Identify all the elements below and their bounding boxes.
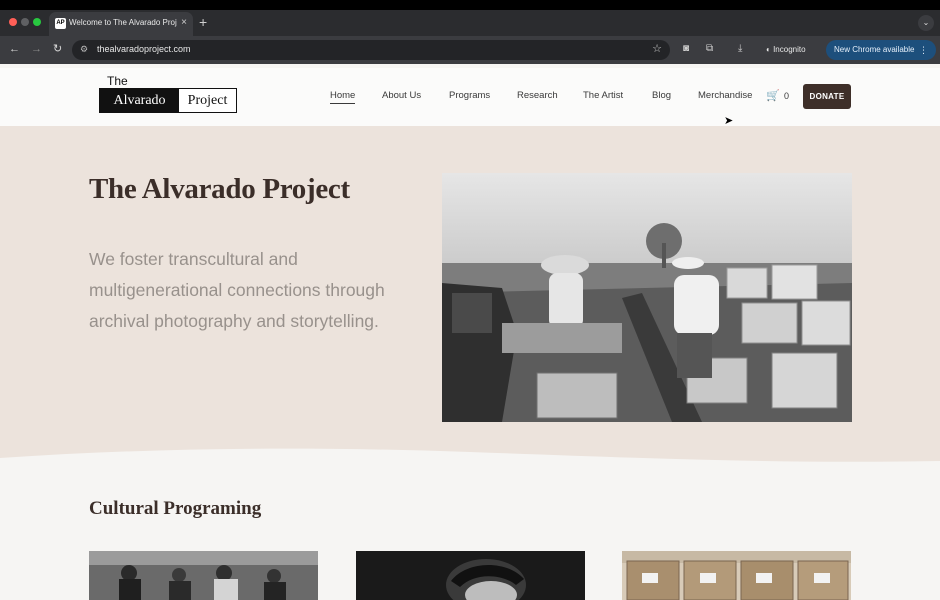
reload-icon[interactable]: ↻ — [53, 42, 62, 56]
incognito-label: Incognito — [773, 45, 806, 54]
extensions-icon[interactable]: ⧉ — [706, 43, 713, 55]
forward-icon[interactable]: → — [31, 42, 42, 56]
menu-icon[interactable]: ⋮ — [919, 40, 928, 60]
favicon: AP — [55, 18, 66, 29]
program-card-image[interactable] — [356, 551, 585, 600]
site-info-icon[interactable]: ⚙ — [80, 44, 88, 55]
close-window-button[interactable] — [9, 18, 17, 26]
hero-title: The Alvarado Project — [89, 173, 350, 205]
nav-blog[interactable]: Blog — [652, 90, 671, 101]
close-tab-icon[interactable]: × — [181, 17, 187, 29]
new-tab-button[interactable]: + — [199, 14, 207, 30]
download-icon[interactable]: ⤓ — [738, 43, 742, 55]
browser-tab[interactable]: AP Welcome to The Alvarado Proj × — [49, 12, 193, 36]
minimize-window-button[interactable] — [21, 18, 29, 26]
nav-research[interactable]: Research — [517, 90, 558, 101]
logo-the: The — [107, 74, 128, 88]
crowd-photo — [89, 551, 318, 600]
portrait-photo — [356, 551, 585, 600]
nav-merchandise[interactable]: Merchandise — [698, 90, 752, 101]
camera-icon[interactable]: ◙ — [683, 43, 689, 55]
update-label: New Chrome available — [834, 45, 915, 54]
hero-wave-divider — [0, 436, 940, 476]
hero-lede: We foster transcultural and multigenerat… — [89, 249, 385, 331]
tab-search-icon[interactable]: ⌄ — [918, 15, 934, 31]
logo-word-left: Alvarado — [100, 89, 179, 112]
cart-icon[interactable]: 🛒 — [766, 89, 780, 102]
program-card-image[interactable] — [89, 551, 318, 600]
logo-word-right: Project — [187, 93, 228, 108]
incognito-icon: ◐ — [766, 45, 771, 54]
hero-photo — [442, 173, 852, 422]
nav-the-artist[interactable]: The Artist — [583, 90, 623, 101]
nav-about-us[interactable]: About Us — [382, 90, 421, 101]
program-card-image[interactable] — [622, 551, 851, 600]
url-text[interactable]: thealvaradoproject.com — [97, 44, 191, 54]
bookmark-star-icon[interactable]: ☆ — [652, 42, 662, 55]
cart-count[interactable]: 0 — [784, 91, 789, 101]
donate-button[interactable]: DONATE — [803, 84, 851, 109]
incognito-indicator[interactable]: ◐ Incognito — [760, 42, 822, 58]
site-logo[interactable]: The Alvarado Project — [99, 73, 239, 117]
address-bar[interactable]: ⚙ thealvaradoproject.com ☆ — [72, 40, 670, 60]
update-chrome-button[interactable]: New Chrome available ⋮ — [826, 40, 936, 60]
back-icon[interactable]: ← — [9, 42, 20, 56]
archive-boxes-photo — [622, 551, 851, 600]
nav-programs[interactable]: Programs — [449, 90, 490, 101]
logo-box: Alvarado Project — [99, 88, 237, 113]
zoom-window-button[interactable] — [33, 18, 41, 26]
farm-workers-photo — [442, 173, 852, 422]
menu-bar — [0, 0, 940, 10]
nav-home[interactable]: Home — [330, 90, 356, 104]
section-title: Cultural Programing — [89, 498, 262, 519]
tab-title: Welcome to The Alvarado Proj — [69, 18, 177, 27]
